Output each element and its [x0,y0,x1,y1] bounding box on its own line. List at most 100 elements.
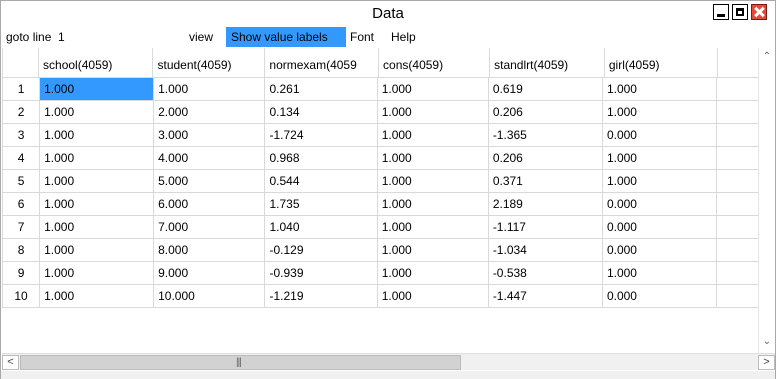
row-number[interactable]: 9 [2,261,41,285]
table-cell[interactable]: 1.000 [39,146,155,170]
table-cell[interactable]: 1.000 [39,123,155,147]
row-number[interactable]: 3 [2,123,41,147]
table-cell[interactable]: 0.544 [264,169,378,193]
table-row: 5 1.000 5.000 0.544 1.000 0.371 1.000 [2,169,775,193]
table-cell[interactable]: 1.000 [39,284,155,308]
table-cell[interactable]: 0.000 [601,215,717,239]
column-header-cons[interactable]: cons(4059) [378,48,491,77]
table-cell[interactable]: 1.000 [39,215,155,239]
table-cell[interactable]: 7.000 [153,215,266,239]
table-cell[interactable]: 0.206 [487,146,603,170]
corner-cell [2,48,40,77]
table-cell[interactable]: 0.000 [601,123,717,147]
table-cell[interactable]: 1.000 [601,77,717,101]
table-cell[interactable]: 1.000 [376,146,489,170]
row-number[interactable]: 7 [2,215,41,239]
goto-line-input[interactable]: 1 [58,30,65,44]
title-bar[interactable]: Data [1,1,775,27]
table-cell[interactable]: 1.000 [39,238,155,262]
table-cell[interactable]: 1.000 [39,261,155,285]
menu-view[interactable]: view [189,27,213,47]
table-cell[interactable]: 1.000 [376,238,489,262]
close-icon[interactable] [751,4,767,20]
table-cell[interactable]: 1.000 [376,215,489,239]
table-cell[interactable]: 1.000 [376,100,489,124]
chevron-up-icon[interactable]: ⌃ [762,52,772,62]
table-cell[interactable]: 1.000 [376,284,489,308]
data-grid: 1 1.000 1.000 0.261 1.000 0.619 1.000 2 1.000 2.0… [2,77,775,353]
row-number[interactable]: 6 [2,192,41,216]
table-cell[interactable]: 1.000 [376,169,489,193]
table-cell[interactable]: -0.939 [264,261,378,285]
table-cell[interactable]: 6.000 [153,192,266,216]
table-cell[interactable]: 0.968 [264,146,378,170]
status-strip [1,371,775,379]
column-header-girl[interactable]: girl(4059) [603,48,719,77]
table-cell[interactable]: -0.538 [487,261,603,285]
table-cell[interactable]: 0.371 [487,169,603,193]
table-cell[interactable]: 4.000 [153,146,266,170]
table-cell[interactable]: 1.000 [601,100,717,124]
row-number[interactable]: 4 [2,146,41,170]
row-number[interactable]: 1 [2,77,41,101]
horizontal-scroll-thumb[interactable]: ||| [20,355,461,370]
column-header-standlrt[interactable]: standlrt(4059) [489,48,605,77]
table-cell[interactable]: 3.000 [153,123,266,147]
window-title: Data [372,5,404,22]
column-header-normexam[interactable]: normexam(4059 [264,48,380,77]
table-cell[interactable]: -1.724 [264,123,378,147]
table-cell[interactable]: 1.000 [601,146,717,170]
table-cell[interactable]: 0.619 [487,77,603,101]
row-number[interactable]: 5 [2,169,41,193]
table-cell[interactable]: 1.040 [264,215,378,239]
table-row: 6 1.000 6.000 1.735 1.000 2.189 0.000 [2,192,775,216]
menu-help[interactable]: Help [391,27,416,47]
goto-line[interactable]: goto line 1 [6,27,65,47]
table-cell[interactable]: 1.000 [39,100,155,124]
menu-font[interactable]: Font [350,27,374,47]
table-cell[interactable]: 2.189 [487,192,603,216]
table-cell[interactable]: 1.000 [39,169,155,193]
table-cell[interactable]: 9.000 [153,261,266,285]
maximize-icon[interactable] [732,4,748,20]
table-cell[interactable]: 1.000 [376,261,489,285]
menu-show-value-labels[interactable]: Show value labels [226,27,346,47]
chevron-down-icon[interactable]: ⌄ [762,337,772,347]
chevron-right-icon[interactable]: > [758,355,775,370]
table-cell[interactable]: 0.000 [601,284,717,308]
table-cell[interactable]: 1.000 [601,169,717,193]
minimize-icon[interactable] [713,4,729,20]
row-number[interactable]: 10 [2,284,41,308]
table-cell[interactable]: -1.219 [264,284,378,308]
table-cell[interactable]: 1.000 [153,77,266,101]
table-cell[interactable]: 1.735 [264,192,378,216]
table-cell[interactable]: -1.447 [487,284,603,308]
table-cell[interactable]: 8.000 [153,238,266,262]
table-cell[interactable]: -1.117 [487,215,603,239]
table-cell[interactable]: 1.000 [376,192,489,216]
table-cell[interactable]: 1.000 [601,261,717,285]
table-cell[interactable]: 5.000 [153,169,266,193]
table-cell[interactable]: -1.034 [487,238,603,262]
row-number[interactable]: 2 [2,100,41,124]
table-cell[interactable]: 0.206 [487,100,603,124]
vertical-scrollbar[interactable]: ⌃ ⌄ [758,48,775,353]
table-cell[interactable]: 1.000 [39,192,155,216]
table-cell[interactable]: 1.000 [376,77,489,101]
table-cell[interactable]: 10.000 [153,284,266,308]
table-cell[interactable]: 0.000 [601,238,717,262]
table-cell[interactable]: 0.000 [601,192,717,216]
table-cell[interactable]: -1.365 [487,123,603,147]
table-cell[interactable]: 0.134 [264,100,378,124]
table-cell[interactable]: -0.129 [264,238,378,262]
chevron-left-icon[interactable]: < [2,355,19,370]
table-cell[interactable]: 0.261 [264,77,378,101]
row-number[interactable]: 8 [2,238,41,262]
table-cell[interactable]: 1.000 [39,77,155,101]
column-header-student[interactable]: student(4059) [152,48,266,77]
horizontal-scrollbar[interactable]: < ||| > [2,353,775,370]
column-header-school[interactable]: school(4059) [38,48,154,77]
table-row: 4 1.000 4.000 0.968 1.000 0.206 1.000 [2,146,775,170]
table-cell[interactable]: 1.000 [376,123,489,147]
table-cell[interactable]: 2.000 [153,100,266,124]
